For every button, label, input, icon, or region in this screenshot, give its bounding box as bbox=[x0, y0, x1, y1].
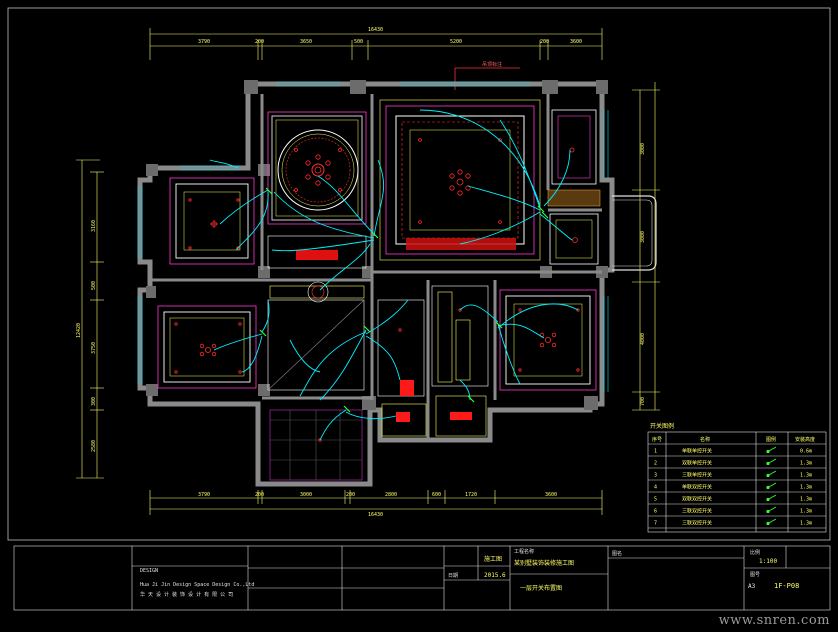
legend-row-name: 单联双控开关 bbox=[682, 484, 712, 491]
top-dim-7: 3600 bbox=[570, 39, 582, 45]
legend-row-name: 单联单控开关 bbox=[682, 448, 712, 455]
legend-row-name: 三联单控开关 bbox=[682, 472, 712, 479]
chandelier-lower-right bbox=[539, 332, 557, 348]
tb-paper-size: A3 bbox=[748, 583, 756, 590]
left-dim-1: 3160 bbox=[91, 220, 97, 232]
legend-row-name: 双联单控开关 bbox=[682, 460, 712, 467]
bottom-dim-6: 600 bbox=[432, 492, 441, 498]
legend-rows: 1 单联单控开关 0.6m 2 双联单控开关 1.3m 3 三联单控开关 1.3m 4 单联双控开关… bbox=[654, 446, 812, 527]
legend-header-no: 序号 bbox=[652, 436, 662, 443]
bottom-dim-2: 200 bbox=[255, 492, 264, 498]
right-dim-2: 3000 bbox=[640, 231, 646, 243]
legend-row-height: 1.3m bbox=[800, 521, 812, 527]
legend-switch-symbol bbox=[766, 470, 777, 478]
ceiling-label: 吊顶标注 bbox=[482, 61, 502, 68]
top-total-dim: 16430 bbox=[368, 27, 383, 33]
legend-header-name: 名称 bbox=[700, 436, 710, 443]
tb-scale-label: 比例 bbox=[750, 549, 760, 556]
legend-row-no: 2 bbox=[654, 461, 657, 467]
bottom-dim-1: 3790 bbox=[198, 492, 210, 498]
legend-switch-symbol bbox=[766, 482, 777, 490]
exterior-walls bbox=[137, 81, 615, 487]
top-dim-4: 500 bbox=[354, 39, 363, 45]
left-total-dim: 12420 bbox=[76, 323, 82, 338]
legend-header-height: 安装高度 bbox=[795, 436, 815, 443]
tb-sheet-number: 1F-P08 bbox=[774, 582, 800, 590]
hall-strip bbox=[267, 235, 367, 303]
lamp-left-room bbox=[210, 220, 218, 228]
title-block bbox=[13, 545, 831, 611]
right-dim-1: 3000 bbox=[640, 143, 646, 155]
bottom-dim-7: 1720 bbox=[465, 492, 477, 498]
legend-row-height: 1.3m bbox=[800, 485, 812, 491]
chandelier-living-room bbox=[449, 169, 471, 196]
legend-header-symbol: 图例 bbox=[766, 436, 776, 443]
top-dim-5: 5200 bbox=[450, 39, 462, 45]
legend-switch-symbol bbox=[766, 458, 777, 466]
tb-sheet-label: 图号 bbox=[750, 572, 760, 578]
left-dim-5: 2580 bbox=[91, 440, 97, 452]
floor-plan-drawing: 16430 3790 200 3650 500 5200 200 3600 37… bbox=[7, 7, 831, 611]
bottom-total-dim: 16430 bbox=[368, 512, 383, 518]
bottom-dim-8: 3600 bbox=[545, 492, 557, 498]
chandelier-lower-left bbox=[199, 343, 217, 357]
legend-row-height: 1.3m bbox=[800, 509, 812, 515]
ceiling-lower-right-room bbox=[499, 289, 597, 391]
legend-title: 开关图例 bbox=[650, 422, 674, 430]
ceiling-right-small-rooms bbox=[547, 109, 601, 265]
tb-project-name: 某别墅装饰装修施工图 bbox=[514, 559, 574, 567]
ceiling-left-room bbox=[169, 177, 255, 265]
legend-row-no: 4 bbox=[654, 485, 657, 491]
legend-switch-symbol bbox=[766, 494, 777, 502]
tb-date-label: 日期 bbox=[448, 573, 458, 579]
tb-stage: 施工图 bbox=[484, 555, 502, 563]
tb-drawing-name: 一层开关布置图 bbox=[520, 584, 562, 592]
bottom-dim-5: 2800 bbox=[385, 492, 397, 498]
top-dim-1: 3790 bbox=[198, 39, 210, 45]
tb-project-label: 工程名称 bbox=[514, 548, 534, 555]
tb-scale-value: 1:100 bbox=[759, 558, 778, 565]
legend-row-no: 5 bbox=[654, 497, 657, 503]
left-dim-4: 300 bbox=[91, 397, 97, 406]
legend-row-name: 三联双控开关 bbox=[682, 508, 712, 515]
top-dim-6: 200 bbox=[540, 39, 549, 45]
switch-legend-table bbox=[647, 431, 827, 533]
legend-row-no: 7 bbox=[654, 521, 657, 527]
bottom-dim-4: 200 bbox=[346, 492, 355, 498]
ceiling-living-room bbox=[379, 99, 541, 261]
legend-row-name: 双联双控开关 bbox=[682, 496, 712, 503]
left-dim-2: 500 bbox=[91, 281, 97, 290]
tb-date-value: 2015.6 bbox=[484, 572, 506, 579]
legend-row-no: 1 bbox=[654, 449, 657, 455]
legend-switch-symbol bbox=[766, 506, 777, 514]
bottom-dim-3: 3000 bbox=[300, 492, 312, 498]
legend-row-height: 0.6m bbox=[800, 449, 812, 455]
legend-row-name: 三联双控开关 bbox=[682, 520, 712, 527]
legend-row-height: 1.3m bbox=[800, 461, 812, 467]
top-dim-3: 3650 bbox=[300, 39, 312, 45]
legend-row-height: 1.3m bbox=[800, 497, 812, 503]
right-dim-3: 4000 bbox=[640, 333, 646, 345]
legend-switch-symbol bbox=[766, 518, 777, 526]
left-dimension-chain bbox=[76, 159, 104, 479]
tb-company-cn: 华 天 设 计 装 饰 设 计 有 限 公 司 bbox=[140, 591, 233, 598]
ceiling-lower-left-room bbox=[157, 305, 257, 389]
legend-row-height: 1.3m bbox=[800, 473, 812, 479]
top-dim-2: 200 bbox=[255, 39, 264, 45]
legend-switch-symbol bbox=[766, 446, 777, 454]
wall-columns bbox=[146, 80, 608, 410]
service-rooms bbox=[377, 285, 489, 437]
stair-area bbox=[267, 299, 365, 481]
bay-window bbox=[612, 195, 657, 271]
left-dim-3: 3750 bbox=[91, 342, 97, 354]
watermark: www.snren.com bbox=[718, 613, 830, 628]
right-dim-4: 700 bbox=[640, 397, 646, 406]
chandelier-round-room bbox=[294, 148, 342, 192]
legend-row-no: 6 bbox=[654, 509, 657, 515]
tb-company-label: DESIGN bbox=[140, 568, 158, 574]
tb-drawing-label: 图名 bbox=[612, 550, 622, 557]
ceiling-round-room bbox=[267, 111, 367, 225]
legend-row-no: 3 bbox=[654, 473, 657, 479]
tb-company-en: Hua Ji Jin Design Space Design Co.,Ltd bbox=[140, 582, 254, 588]
